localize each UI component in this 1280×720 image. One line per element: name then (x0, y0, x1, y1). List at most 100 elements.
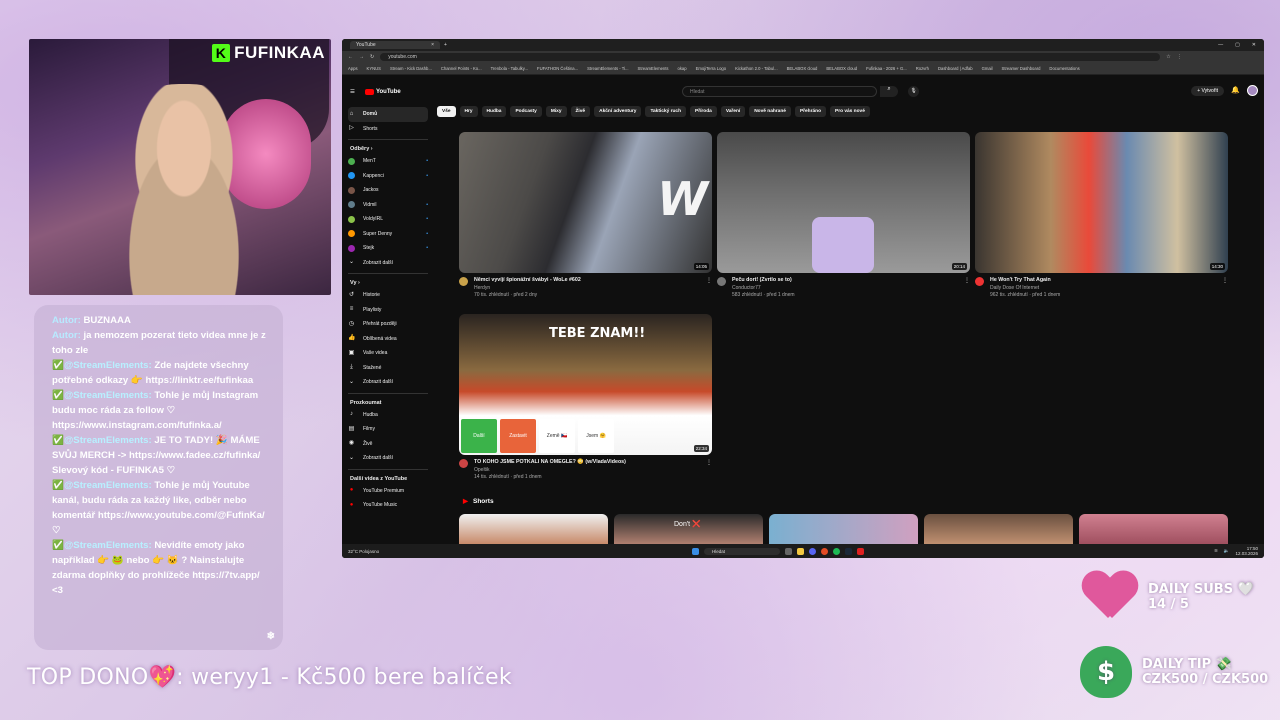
reload-icon[interactable]: ↻ (370, 54, 374, 60)
short-thumbnail[interactable] (924, 514, 1073, 544)
sidebar-item[interactable]: ◷ Přehrát později (348, 317, 428, 332)
sidebar-item-home[interactable]: ⌂ Domů (348, 107, 428, 122)
video-thumbnail[interactable]: TEBE ZNAM!! Další Zastavit Země 🇨🇿 Jsem … (459, 314, 712, 455)
channel-avatar[interactable] (975, 277, 984, 286)
channel-name[interactable]: Herdyn (474, 285, 581, 293)
video-thumbnail[interactable]: 14:30 (975, 132, 1228, 273)
video-card[interactable]: 20:14 Peču dort! (Zvrtlo se to) Conductor… (717, 132, 970, 300)
bookmark-item[interactable]: Rozvrh (916, 66, 929, 71)
video-thumbnail[interactable]: W 14:05 (459, 132, 712, 273)
chrome-icon[interactable] (821, 547, 828, 555)
menu-icon[interactable]: ⋮ (1177, 54, 1182, 60)
weather-widget[interactable]: 32°C Polojasno (348, 549, 379, 554)
chip-filter[interactable]: Hudba (481, 106, 507, 117)
bookmark-item[interactable]: StreamElements - Ti... (587, 66, 628, 71)
new-tab-icon[interactable]: + (444, 42, 447, 48)
forward-icon[interactable]: → (359, 54, 364, 60)
back-icon[interactable]: ← (348, 54, 353, 60)
channel-avatar[interactable] (717, 277, 726, 286)
maximize-icon[interactable]: ▢ (1235, 42, 1240, 48)
more-icon[interactable]: ⋮ (706, 459, 712, 482)
bookmark-item[interactable]: Dashboard | Adfab (938, 66, 973, 71)
chip-filter[interactable]: Vaření (720, 106, 746, 117)
short-thumbnail[interactable]: Don't ❌ (614, 514, 763, 544)
bookmark-item[interactable]: Stream - Kick Dashb... (390, 66, 432, 71)
sidebar-item[interactable]: ⌄ Zobrazit další (348, 451, 428, 466)
bookmark-item[interactable]: Streamer Dashboard (1002, 66, 1041, 71)
short-thumbnail[interactable] (459, 514, 608, 544)
spotify-icon[interactable] (833, 547, 840, 555)
bell-icon[interactable]: 🔔 (1231, 86, 1240, 94)
chip-filter[interactable]: Nově nahrané (749, 106, 791, 117)
sidebar-item[interactable]: ● YouTube Music (348, 498, 428, 513)
video-card[interactable]: TEBE ZNAM!! Další Zastavit Země 🇨🇿 Jsem … (459, 314, 712, 482)
chip-filter[interactable]: Mixy (545, 106, 567, 117)
sidebar-item-sub[interactable]: Kappenci • (348, 169, 428, 184)
video-title[interactable]: He Won't Try That Again (990, 277, 1060, 285)
bookmark-item[interactable]: Trenbola - Tabulky... (491, 66, 528, 71)
bookmark-item[interactable]: Fufinkaa - 2026 + G... (866, 66, 907, 71)
tab-youtube[interactable]: YouTube × (350, 41, 440, 49)
channel-name[interactable]: Conductor77 (732, 285, 795, 293)
bookmark-item[interactable]: BELABOX cloud (787, 66, 818, 71)
bookmark-item[interactable]: StreamElements (638, 66, 669, 71)
search-input[interactable]: Hledat (682, 86, 877, 97)
video-card[interactable]: W 14:05 Němci vyvíjí špionážní švábyi - … (459, 132, 712, 300)
sidebar-item[interactable]: ⌄ Zobrazit další (348, 375, 428, 390)
chip-filter[interactable]: Pro vás nové (830, 106, 870, 117)
bookmark-item[interactable]: Kickathon 2.0 - Tabul... (735, 66, 778, 71)
short-thumbnail[interactable] (1079, 514, 1228, 544)
hamburger-icon[interactable]: ☰ (350, 89, 355, 95)
steam-icon[interactable] (845, 547, 852, 555)
bookmark-item[interactable]: BELABOX cloud (826, 66, 857, 71)
channel-avatar[interactable] (459, 277, 468, 286)
sidebar-item[interactable]: ▣ Vaše videa (348, 346, 428, 361)
bookmark-item[interactable]: Documentations (1049, 66, 1079, 71)
sidebar-item-sub[interactable]: MenT • (348, 154, 428, 169)
speaker-icon[interactable]: 🔈 (1224, 548, 1230, 554)
sidebar-item-sub[interactable]: ⌄ Zobrazit další (348, 256, 428, 271)
bookmark-item[interactable]: Gmail (982, 66, 993, 71)
more-icon[interactable]: ⋮ (1222, 277, 1228, 300)
folder-icon[interactable] (797, 547, 804, 555)
sidebar-item[interactable]: ◉ Živě (348, 437, 428, 452)
bookmark-item[interactable]: okap (678, 66, 687, 71)
sidebar-item[interactable]: ♪ Hudba (348, 408, 428, 423)
chip-filter[interactable]: Přehráno (794, 106, 827, 117)
youtube-logo[interactable]: YouTube (364, 89, 401, 95)
bookmark-item[interactable]: Apps (348, 66, 358, 71)
create-button[interactable]: + Vytvořit (1191, 86, 1224, 96)
url-field[interactable]: youtube.com (380, 53, 1161, 61)
bookmark-item[interactable]: Channel Points - Ko... (441, 66, 482, 71)
video-thumbnail[interactable]: 20:14 (717, 132, 970, 273)
sidebar-item-sub[interactable]: VoldyIRL • (348, 212, 428, 227)
video-title[interactable]: Peču dort! (Zvrtlo se to) (732, 277, 795, 285)
star-icon[interactable]: ☆ (1166, 54, 1170, 60)
sidebar-item-sub[interactable]: Vidmil • (348, 198, 428, 213)
sidebar-item-sub[interactable]: Jackos (348, 183, 428, 198)
sidebar-item-sub[interactable]: Stejk • (348, 241, 428, 256)
chip-filter[interactable]: Akční adventury (594, 106, 642, 117)
channel-name[interactable]: Daily Dose Of Internet (990, 285, 1060, 293)
app-icon[interactable] (857, 547, 864, 555)
search-icon[interactable]: ⌕ (880, 86, 898, 97)
sidebar-item[interactable]: ⤓ Stažené (348, 361, 428, 376)
you-header[interactable]: Vy › (350, 280, 428, 286)
task-view-icon[interactable] (785, 547, 792, 555)
chip-filter[interactable]: Živě (570, 106, 591, 117)
short-thumbnail[interactable] (769, 514, 918, 544)
video-title[interactable]: TO KOHO JSME POTKALI NA OMEGLE? 😳 (w/Vla… (474, 459, 626, 467)
mic-icon[interactable]: 🎙 (908, 86, 919, 97)
sidebar-item[interactable]: 👍 Oblíbená videa (348, 332, 428, 347)
sidebar-item[interactable]: ▤ Filmy (348, 422, 428, 437)
sidebar-item-shorts[interactable]: ▷ Shorts (348, 122, 428, 137)
chip-filter[interactable]: Podcasty (510, 106, 542, 117)
sidebar-item-sub[interactable]: Super Denny • (348, 227, 428, 242)
wifi-icon[interactable]: ≋ (1214, 548, 1218, 554)
more-icon[interactable]: ⋮ (964, 277, 970, 300)
chip-filter[interactable]: Vše (437, 106, 456, 117)
sidebar-item[interactable]: ● YouTube Premium (348, 484, 428, 499)
channel-name[interactable]: Opeltik (474, 467, 626, 475)
minimize-icon[interactable]: — (1218, 42, 1223, 48)
date[interactable]: 12.03.2026 (1235, 551, 1258, 556)
